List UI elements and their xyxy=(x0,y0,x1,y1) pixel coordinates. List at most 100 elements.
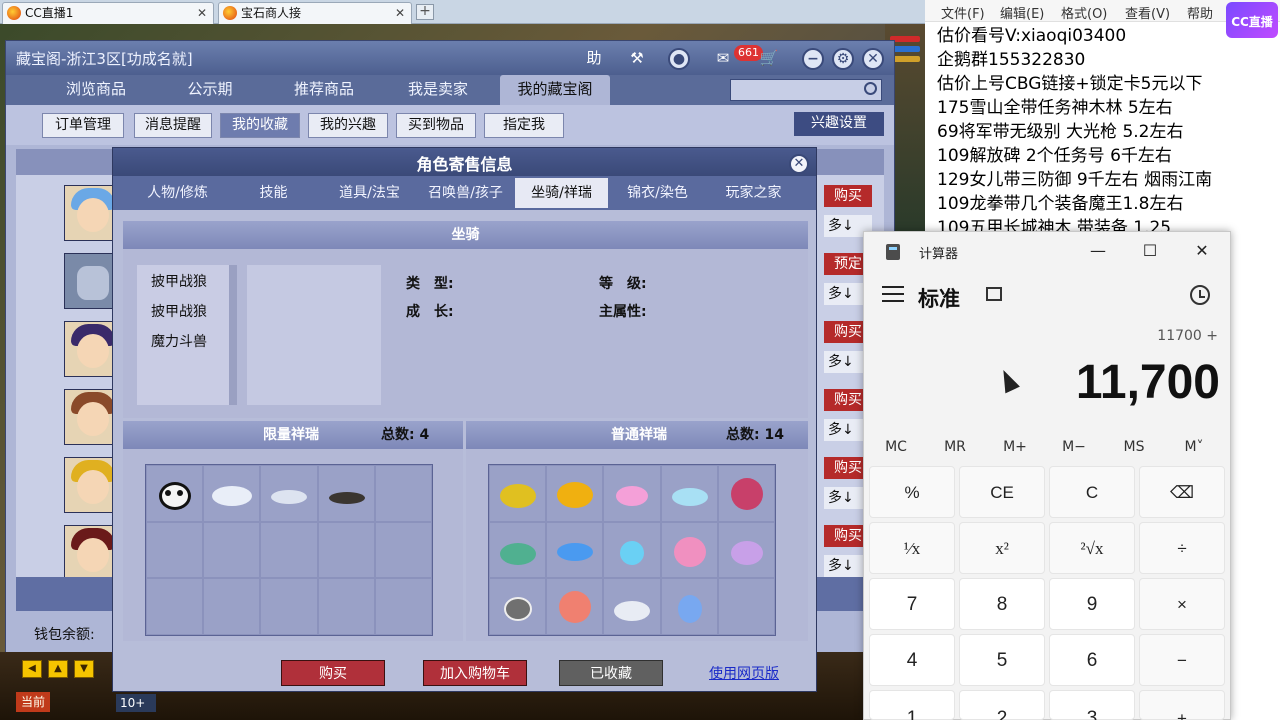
buy-button[interactable]: 购买 xyxy=(281,660,385,686)
minimize-icon[interactable]: − xyxy=(802,48,824,70)
memory-list-button[interactable]: M˅ xyxy=(1166,436,1222,458)
add-button[interactable]: + xyxy=(1139,690,1225,720)
pet-slot[interactable] xyxy=(547,579,603,634)
pet-slot[interactable] xyxy=(604,466,660,521)
nav-browse[interactable]: 浏览商品 xyxy=(44,75,148,105)
backspace-icon[interactable]: ⌫ xyxy=(1139,466,1225,518)
notepad-text[interactable]: 估价看号V:xiaoqi03400 企鹅群155322830 估价上号CBG链接… xyxy=(937,24,1277,240)
divide-button[interactable]: ÷ xyxy=(1139,522,1225,574)
orders-button[interactable]: 订单管理 xyxy=(42,113,124,138)
stop-icon[interactable]: ● xyxy=(668,48,690,70)
clear-button[interactable]: C xyxy=(1049,466,1135,518)
menu-file[interactable]: 文件(F) xyxy=(941,3,985,22)
reciprocal-button[interactable]: ¹⁄x xyxy=(869,522,955,574)
pet-slot[interactable] xyxy=(261,466,317,521)
pet-slot[interactable] xyxy=(490,466,546,521)
digit-5-button[interactable]: 5 xyxy=(959,634,1045,686)
pet-slot[interactable] xyxy=(718,579,774,634)
arrow-up-icon[interactable]: ▲ xyxy=(48,660,68,678)
collected-button[interactable]: 已收藏 xyxy=(559,660,663,686)
digit-4-button[interactable]: 4 xyxy=(869,634,955,686)
browser-tab-cc[interactable]: CC直播1 ✕ xyxy=(2,2,214,24)
pet-slot[interactable] xyxy=(318,579,374,634)
my-interests-button[interactable]: 我的兴趣 xyxy=(308,113,388,138)
mount-item[interactable]: 披甲战狼 xyxy=(151,301,207,321)
new-tab-button[interactable]: + xyxy=(416,4,434,20)
nav-my-cbg[interactable]: 我的藏宝阁 xyxy=(500,75,610,105)
tab-outfits[interactable]: 锦衣/染色 xyxy=(611,178,704,208)
pet-slot[interactable] xyxy=(604,522,660,578)
pet-slot[interactable] xyxy=(147,522,203,578)
pet-slot[interactable] xyxy=(147,579,203,634)
memory-subtract-button[interactable]: M− xyxy=(1046,436,1102,458)
row-buy-button[interactable]: 购买 xyxy=(824,185,872,207)
memory-add-button[interactable]: M+ xyxy=(987,436,1043,458)
digit-3-button[interactable]: 3 xyxy=(1049,690,1135,720)
cart-icon[interactable]: 🛒 xyxy=(756,46,782,70)
mount-list-scrollbar[interactable] xyxy=(229,265,237,405)
hamburger-menu-icon[interactable] xyxy=(882,286,904,306)
browser-tab-gem[interactable]: 宝石商人接 ✕ xyxy=(218,2,412,24)
search-input[interactable] xyxy=(730,79,882,101)
pet-slot[interactable] xyxy=(547,522,603,578)
current-channel-button[interactable]: 当前 xyxy=(16,692,50,712)
tab-pets[interactable]: 召唤兽/孩子 xyxy=(419,178,512,208)
nav-seller[interactable]: 我是卖家 xyxy=(386,75,490,105)
pet-slot[interactable] xyxy=(490,579,546,634)
pet-slot[interactable] xyxy=(261,522,317,578)
message-icon[interactable]: ✉ xyxy=(710,46,736,70)
digit-7-button[interactable]: 7 xyxy=(869,578,955,630)
maximize-icon[interactable]: ☐ xyxy=(1130,238,1170,264)
purchased-button[interactable]: 买到物品 xyxy=(396,113,476,138)
pet-slot[interactable] xyxy=(204,522,260,578)
designated-button[interactable]: 指定我 xyxy=(484,113,564,138)
pet-slot[interactable] xyxy=(375,522,431,578)
close-icon[interactable]: ✕ xyxy=(1182,238,1222,264)
pet-slot[interactable] xyxy=(547,466,603,521)
digit-9-button[interactable]: 9 xyxy=(1049,578,1135,630)
memory-clear-button[interactable]: MC xyxy=(868,436,924,458)
mount-item[interactable]: 魔力斗兽 xyxy=(151,331,207,351)
menu-help[interactable]: 帮助 xyxy=(1187,3,1213,22)
pet-slot[interactable] xyxy=(147,466,203,521)
percent-button[interactable]: % xyxy=(869,466,955,518)
add-to-cart-button[interactable]: 加入购物车 xyxy=(423,660,527,686)
tab-close-icon[interactable]: ✕ xyxy=(197,3,207,23)
history-icon[interactable] xyxy=(1190,285,1210,305)
pet-slot[interactable] xyxy=(661,579,717,634)
clear-entry-button[interactable]: CE xyxy=(959,466,1045,518)
interest-settings-button[interactable]: 兴趣设置 xyxy=(794,112,884,136)
pet-slot[interactable] xyxy=(604,579,660,634)
menu-format[interactable]: 格式(O) xyxy=(1061,3,1107,22)
square-button[interactable]: x² xyxy=(959,522,1045,574)
keep-on-top-icon[interactable] xyxy=(986,287,1002,301)
arrow-down-icon[interactable]: ▼ xyxy=(74,660,94,678)
settings-gear-icon[interactable]: ⚙ xyxy=(832,48,854,70)
web-version-link[interactable]: 使用网页版 xyxy=(709,663,779,683)
pet-slot[interactable] xyxy=(375,466,431,521)
tab-home[interactable]: 玩家之家 xyxy=(707,178,800,208)
tab-close-icon[interactable]: ✕ xyxy=(395,3,405,23)
mount-item[interactable]: 披甲战狼 xyxy=(151,271,207,291)
pet-slot[interactable] xyxy=(318,522,374,578)
tab-items[interactable]: 道具/法宝 xyxy=(323,178,416,208)
subtract-button[interactable]: − xyxy=(1139,634,1225,686)
pet-slot[interactable] xyxy=(490,522,546,578)
pet-slot[interactable] xyxy=(375,579,431,634)
pet-slot[interactable] xyxy=(661,522,717,578)
pet-slot[interactable] xyxy=(718,522,774,578)
minimize-icon[interactable]: — xyxy=(1078,238,1118,264)
memory-recall-button[interactable]: MR xyxy=(927,436,983,458)
arrow-left-icon[interactable]: ◀ xyxy=(22,660,42,678)
digit-8-button[interactable]: 8 xyxy=(959,578,1045,630)
pet-slot[interactable] xyxy=(204,579,260,634)
tab-character[interactable]: 人物/修炼 xyxy=(131,178,224,208)
digit-2-button[interactable]: 2 xyxy=(959,690,1045,720)
digit-1-button[interactable]: 1 xyxy=(869,690,955,720)
sqrt-button[interactable]: ²√x xyxy=(1049,522,1135,574)
notifications-button[interactable]: 消息提醒 xyxy=(134,113,212,138)
nav-publicity[interactable]: 公示期 xyxy=(158,75,262,105)
menu-edit[interactable]: 编辑(E) xyxy=(1000,3,1044,22)
pet-slot[interactable] xyxy=(318,466,374,521)
memory-store-button[interactable]: MS xyxy=(1106,436,1162,458)
